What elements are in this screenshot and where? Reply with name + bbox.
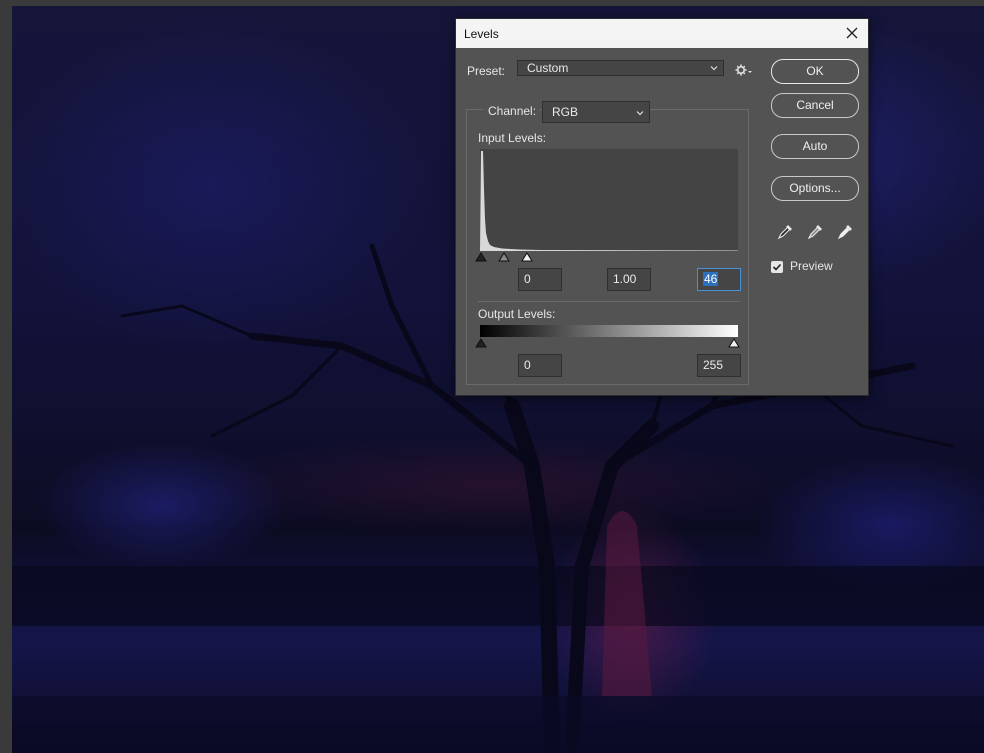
preset-value: Custom bbox=[527, 61, 569, 75]
eyedropper-gray-icon[interactable] bbox=[805, 222, 825, 242]
eyedropper-white-icon[interactable] bbox=[835, 222, 855, 242]
chevron-down-icon bbox=[710, 66, 718, 71]
input-gamma-field[interactable]: 1.00 bbox=[607, 268, 651, 291]
output-gradient bbox=[480, 325, 738, 337]
input-gamma-slider-handle[interactable] bbox=[498, 252, 510, 262]
histogram-graph bbox=[480, 151, 738, 251]
input-white-field[interactable]: 46 bbox=[697, 268, 741, 291]
close-icon[interactable] bbox=[842, 23, 862, 43]
gear-icon[interactable] bbox=[735, 63, 753, 77]
output-black-field[interactable]: 0 bbox=[518, 354, 562, 377]
preset-select[interactable]: Custom bbox=[517, 60, 724, 76]
eyedropper-black-icon[interactable] bbox=[775, 222, 795, 242]
cancel-button[interactable]: Cancel bbox=[771, 93, 859, 118]
levels-dialog: Levels Preset: Custom Channel: RGB Input… bbox=[455, 18, 869, 396]
output-white-slider-handle[interactable] bbox=[728, 338, 740, 348]
input-white-value: 46 bbox=[703, 272, 719, 286]
output-white-value: 255 bbox=[703, 358, 724, 372]
histogram bbox=[480, 149, 738, 251]
dialog-title: Levels bbox=[464, 27, 499, 41]
output-white-field[interactable]: 255 bbox=[697, 354, 741, 377]
output-levels-label: Output Levels: bbox=[478, 307, 556, 321]
options-button[interactable]: Options... bbox=[771, 176, 859, 201]
channel-select[interactable]: RGB bbox=[542, 101, 650, 123]
input-white-slider-handle[interactable] bbox=[521, 252, 533, 262]
preset-label: Preset: bbox=[467, 64, 506, 78]
ok-button[interactable]: OK bbox=[771, 59, 859, 84]
channel-value: RGB bbox=[552, 105, 579, 119]
input-black-value: 0 bbox=[524, 272, 531, 286]
input-black-field[interactable]: 0 bbox=[518, 268, 562, 291]
channel-label: Channel: bbox=[483, 104, 541, 118]
dialog-titlebar: Levels bbox=[456, 19, 868, 48]
input-levels-label: Input Levels: bbox=[478, 131, 547, 145]
preview-label[interactable]: Preview bbox=[790, 259, 833, 273]
chevron-down-icon bbox=[636, 111, 644, 116]
preview-checkbox[interactable] bbox=[771, 261, 783, 273]
input-black-slider-handle[interactable] bbox=[475, 252, 487, 262]
levels-divider bbox=[478, 301, 740, 302]
input-gamma-value: 1.00 bbox=[613, 272, 637, 286]
checkmark-icon bbox=[772, 263, 782, 271]
output-black-value: 0 bbox=[524, 358, 531, 372]
auto-button[interactable]: Auto bbox=[771, 134, 859, 159]
output-black-slider-handle[interactable] bbox=[475, 338, 487, 348]
